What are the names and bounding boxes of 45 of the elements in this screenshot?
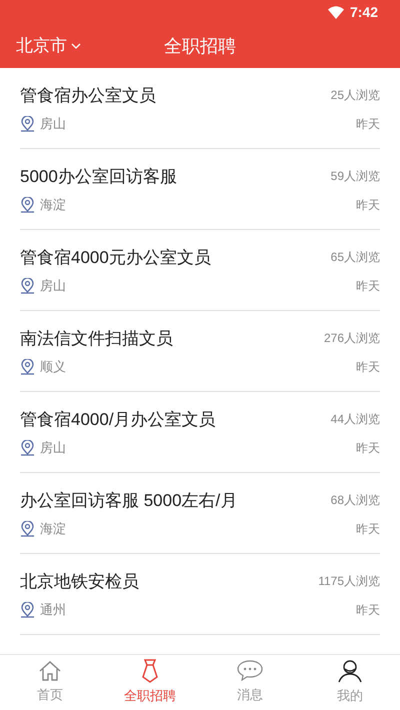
post-date: 昨天 bbox=[356, 602, 380, 619]
post-date: 昨天 bbox=[356, 520, 380, 538]
location-pin-icon bbox=[20, 116, 35, 132]
location-pin-icon bbox=[20, 196, 35, 213]
location-pin-icon bbox=[20, 278, 35, 294]
view-count: 68人浏览 bbox=[330, 492, 380, 510]
job-title[interactable]: 管食宿4000元办公室文员 bbox=[20, 244, 211, 270]
view-count: 276人浏览 bbox=[324, 330, 380, 348]
post-date: 昨天 bbox=[356, 440, 380, 457]
job-title[interactable]: 北京地铁安检员 bbox=[20, 568, 139, 594]
post-date: 昨天 bbox=[356, 116, 380, 133]
job-location: 房山 bbox=[40, 115, 66, 133]
job-title[interactable]: 5000办公室回访客服 bbox=[20, 164, 177, 189]
job-location: 海淀 bbox=[40, 520, 66, 538]
view-count: 44人浏览 bbox=[330, 411, 380, 428]
view-count: 59人浏览 bbox=[330, 168, 380, 186]
location-pin-icon bbox=[20, 602, 35, 618]
status-time: 7:42 bbox=[350, 2, 378, 22]
chevron-down-icon bbox=[71, 43, 81, 49]
job-title[interactable]: 南法信文件扫描文员 bbox=[20, 326, 173, 351]
home-icon bbox=[39, 660, 61, 682]
view-count: 65人浏览 bbox=[330, 249, 380, 266]
chat-bubble-icon bbox=[237, 660, 263, 682]
view-count: 1175人浏览 bbox=[318, 573, 380, 590]
wifi-icon bbox=[328, 6, 344, 18]
post-date: 昨天 bbox=[356, 278, 380, 295]
location-pin-icon bbox=[20, 358, 35, 375]
job-title[interactable]: 管食宿4000/月办公室文员 bbox=[20, 406, 216, 432]
job-location: 房山 bbox=[40, 277, 66, 295]
location-pin-icon bbox=[20, 440, 35, 456]
city-selector[interactable]: 北京市 bbox=[16, 33, 81, 59]
location-pin-icon bbox=[20, 520, 35, 537]
post-date: 昨天 bbox=[356, 358, 380, 376]
page-title: 全职招聘 bbox=[164, 34, 236, 58]
job-location: 通州 bbox=[40, 601, 66, 619]
tab-bar-item[interactable]: 全职招聘 bbox=[100, 655, 200, 710]
job-title[interactable]: 管食宿办公室文员 bbox=[20, 82, 156, 108]
job-location: 海淀 bbox=[40, 196, 66, 214]
job-location: 房山 bbox=[40, 439, 66, 457]
job-location: 顺义 bbox=[40, 358, 66, 376]
job-title[interactable]: 办公室回访客服 5000左右/月 bbox=[20, 488, 238, 513]
post-date: 昨天 bbox=[356, 196, 380, 214]
view-count: 25人浏览 bbox=[330, 87, 380, 104]
person-icon bbox=[338, 659, 362, 684]
tie-icon bbox=[141, 659, 159, 684]
